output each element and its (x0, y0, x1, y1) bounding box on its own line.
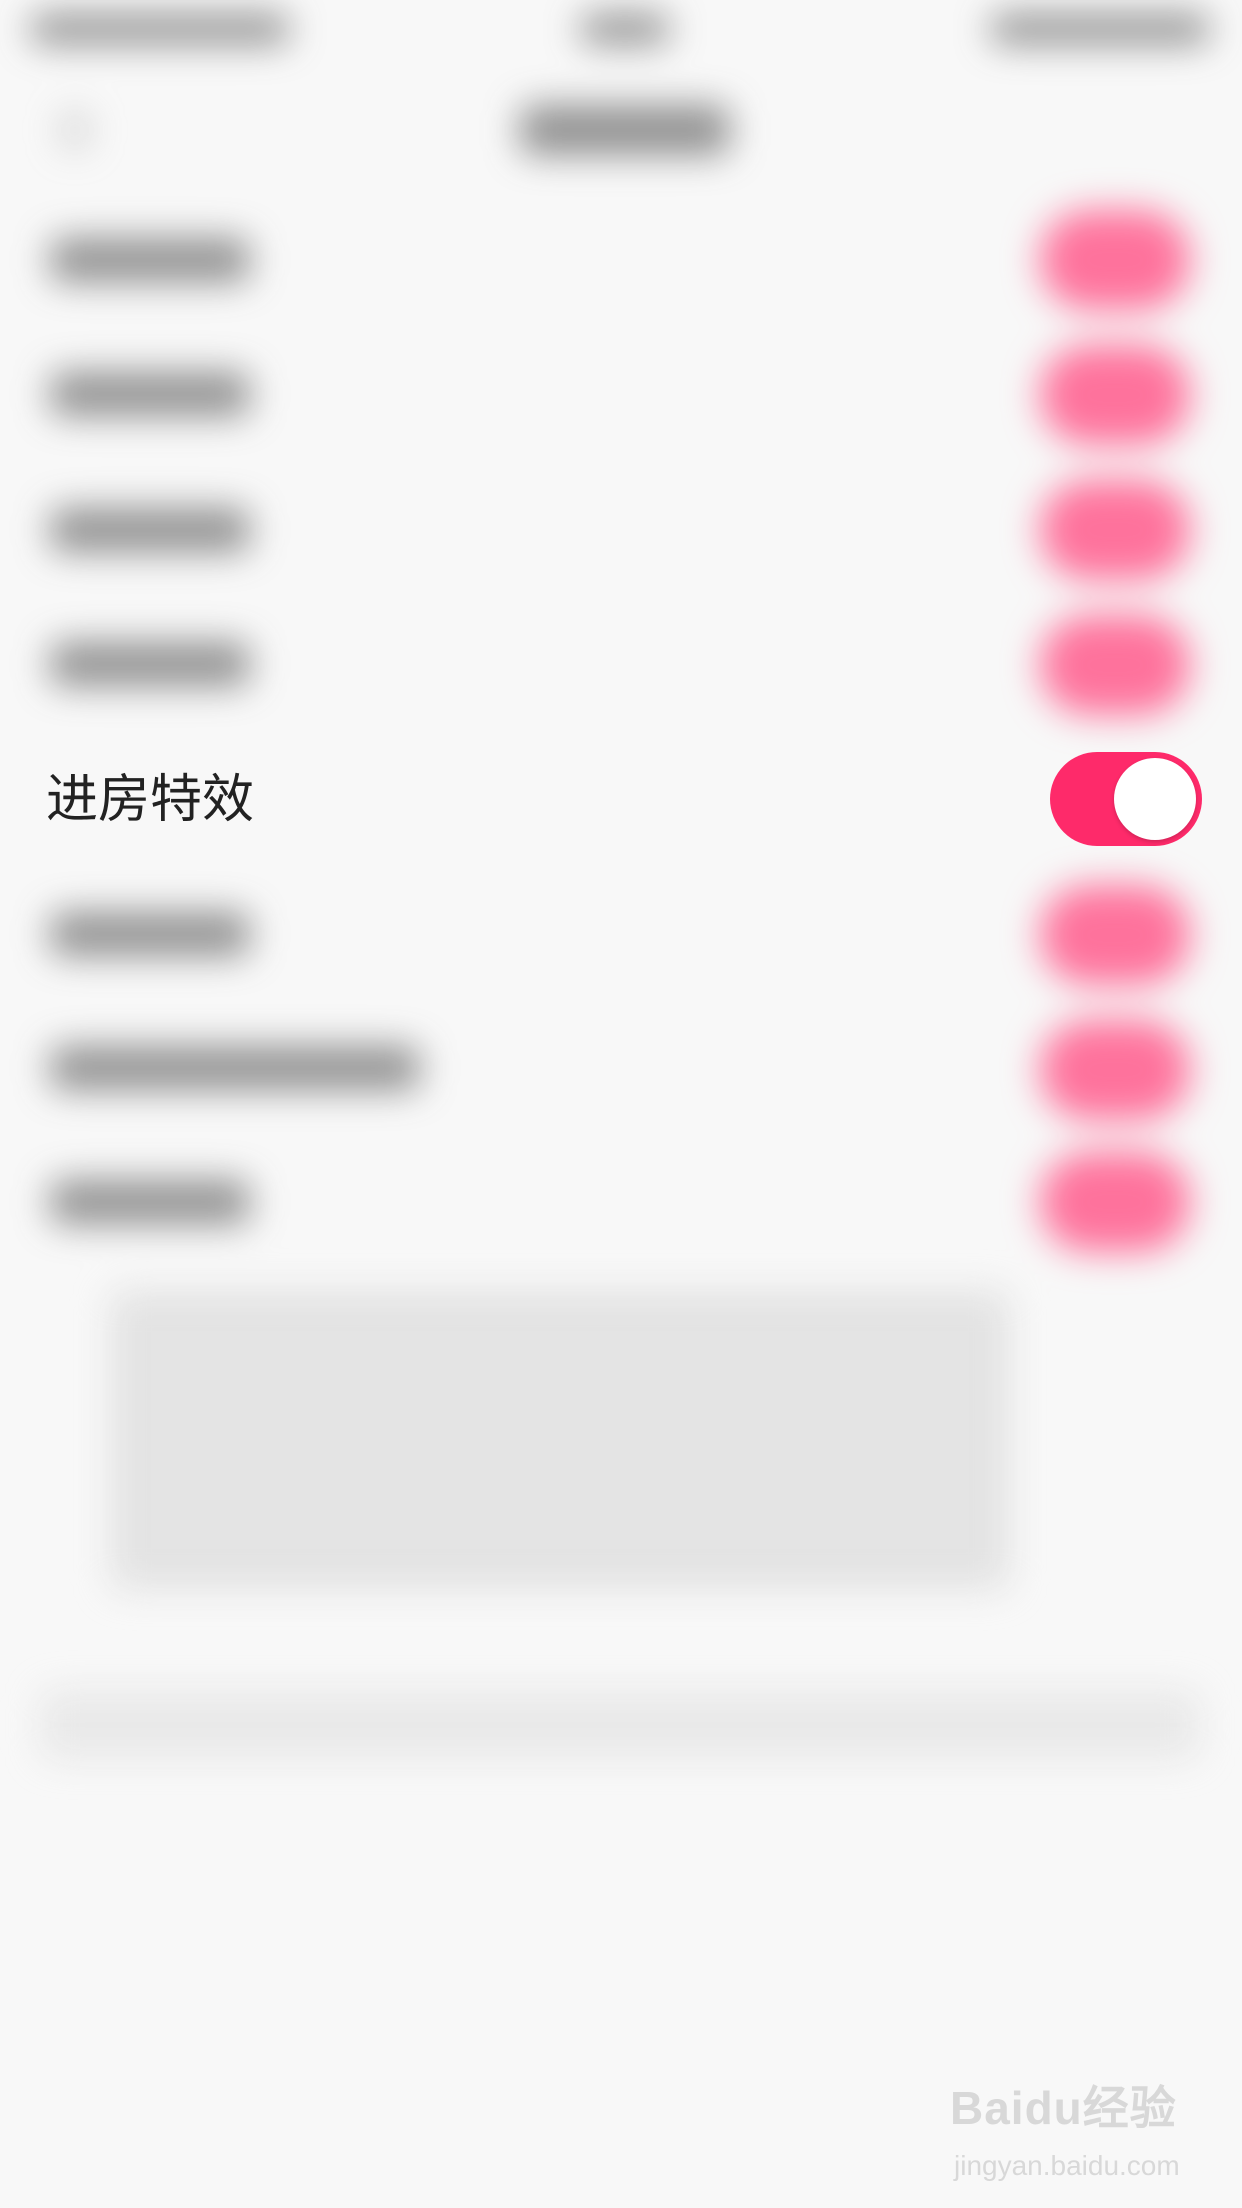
setting-toggle-2[interactable] (1040, 345, 1190, 445)
watermark-url: jingyan.baidu.com (954, 2150, 1180, 2181)
status-bar-center (580, 14, 670, 44)
setting-label-entrance-effect: 进房特效 (46, 770, 255, 830)
setting-toggle-7[interactable] (1040, 1020, 1190, 1120)
setting-toggle-1[interactable] (1040, 210, 1190, 310)
setting-toggle-4[interactable] (1040, 615, 1190, 715)
setting-label-8 (50, 1180, 250, 1224)
status-bar-left (30, 14, 290, 44)
setting-label-7 (50, 1046, 420, 1090)
setting-toggle-8[interactable] (1040, 1152, 1190, 1252)
footer-note (40, 1690, 1200, 1760)
status-bar-right (990, 14, 1210, 44)
toggle-knob (1114, 758, 1196, 840)
setting-toggle-6[interactable] (1040, 885, 1190, 985)
watermark: Baidu经验 jingyan.baidu.com (950, 2072, 1200, 2192)
description-block (110, 1290, 1010, 1590)
watermark-logo: Baidu经验 (950, 2082, 1177, 2134)
setting-label-3 (50, 508, 250, 552)
setting-row-entrance-effect: 进房特效 (0, 740, 1242, 860)
blurred-background (0, 0, 1242, 2208)
page-title (520, 105, 730, 155)
setting-label-2 (50, 372, 250, 416)
setting-label-6 (50, 912, 250, 956)
entrance-effect-toggle[interactable] (1050, 752, 1202, 846)
setting-label-4 (50, 642, 250, 686)
setting-label-1 (50, 238, 250, 282)
back-icon[interactable] (60, 110, 90, 150)
setting-toggle-3[interactable] (1040, 480, 1190, 580)
